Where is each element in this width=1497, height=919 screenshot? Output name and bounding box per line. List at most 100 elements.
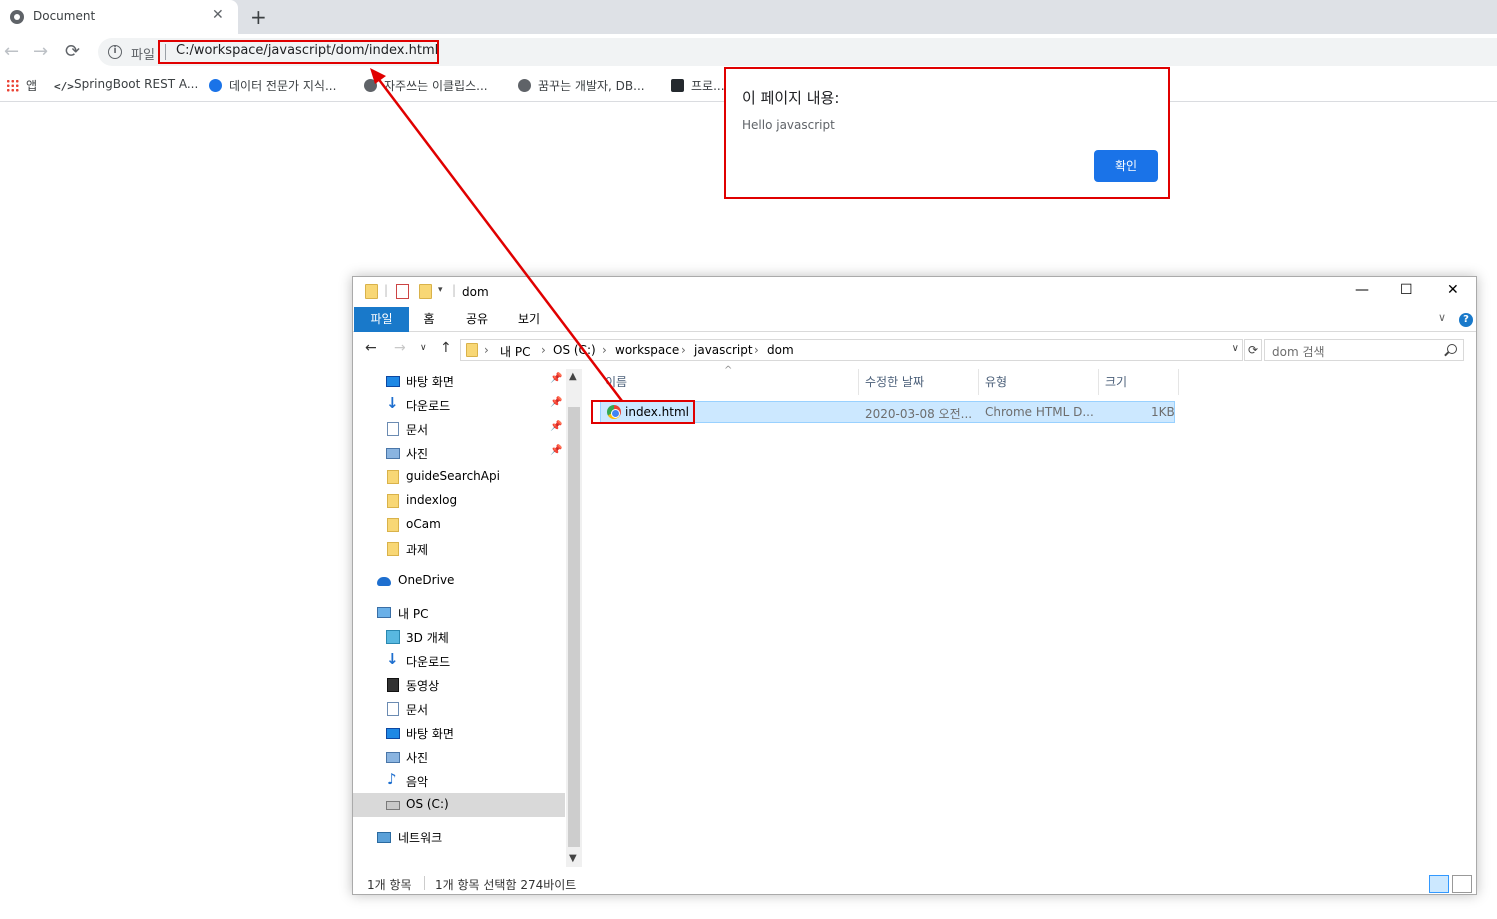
bookmark-apps[interactable]: 앱 <box>6 77 37 94</box>
breadcrumb-os-c[interactable]: OS (C:) <box>553 343 596 357</box>
nav-label: 문서 <box>406 423 429 437</box>
forward-arrow-icon[interactable]: → <box>394 340 406 356</box>
nav-item-videos[interactable]: 동영상 <box>353 673 565 697</box>
info-icon[interactable]: i <box>108 45 122 59</box>
column-size[interactable]: 크기 <box>1105 373 1127 390</box>
column-type[interactable]: 유형 <box>985 373 1007 390</box>
bookmark-label: SpringBoot REST A... <box>74 77 199 91</box>
new-folder-icon[interactable] <box>419 284 432 299</box>
nav-item-os-c[interactable]: OS (C:) <box>353 793 565 817</box>
nav-item-pictures[interactable]: 사진 <box>353 745 565 769</box>
back-arrow-icon[interactable]: ← <box>365 340 377 356</box>
divider: | <box>384 283 389 297</box>
bookmark-label: 데이터 전문가 지식... <box>229 79 337 93</box>
new-tab-button[interactable]: + <box>250 5 267 29</box>
file-type: Chrome HTML D... <box>985 405 1094 419</box>
scroll-down-icon[interactable]: ▼ <box>569 853 577 864</box>
crumb-separator: › <box>602 343 607 357</box>
pin-icon: 📌 <box>550 421 563 432</box>
browser-tab[interactable]: Document ✕ <box>0 0 238 34</box>
bookmark-springboot[interactable]: </>SpringBoot REST A... <box>54 77 198 93</box>
nav-item-ocam[interactable]: oCam <box>353 513 565 537</box>
column-divider[interactable] <box>1098 369 1099 395</box>
column-divider[interactable] <box>858 369 859 395</box>
bookmark-dreaming-dev[interactable]: 꿈꾸는 개발자, DB... <box>518 77 645 94</box>
status-selection: 1개 항목 선택함 274바이트 <box>435 878 577 892</box>
close-button[interactable]: ✕ <box>1447 282 1459 298</box>
breadcrumb-dom[interactable]: dom <box>767 343 794 357</box>
alert-dialog: 이 페이지 내용: Hello javascript 확인 <box>724 67 1170 199</box>
tab-close-icon[interactable]: ✕ <box>212 7 224 23</box>
scroll-up-icon[interactable]: ▲ <box>569 371 577 382</box>
search-icon[interactable] <box>1447 344 1457 354</box>
search-placeholder: dom 검색 <box>1272 345 1325 359</box>
nav-item-music[interactable]: ♪ 음악 <box>353 769 565 793</box>
sort-indicator-icon: ^ <box>724 365 733 376</box>
nav-item-downloads-quick[interactable]: ↓ 다운로드 📌 <box>353 393 565 417</box>
nav-item-onedrive[interactable]: OneDrive <box>353 569 565 593</box>
file-list: ^ 이름 수정한 날짜 유형 크기 index.html 2020-03-08 … <box>595 365 1465 867</box>
maximize-button[interactable]: ☐ <box>1400 282 1413 298</box>
folder-icon <box>387 470 399 484</box>
minimize-button[interactable]: — <box>1355 282 1369 298</box>
column-divider[interactable] <box>1178 369 1179 395</box>
details-view-icon[interactable] <box>1429 875 1449 893</box>
nav-item-desktop[interactable]: 바탕 화면 <box>353 721 565 745</box>
pin-icon: 📌 <box>550 397 563 408</box>
bookmark-project[interactable]: 프로... <box>671 77 725 94</box>
ribbon-tabs: 파일 홈 공유 보기 ∨ ? <box>353 307 1476 332</box>
breadcrumb-javascript[interactable]: javascript <box>694 343 753 357</box>
globe-icon <box>518 79 531 92</box>
url-annotation-box <box>158 40 439 64</box>
large-icons-view-icon[interactable] <box>1452 875 1472 893</box>
nav-scrollbar[interactable]: ▲ ▼ <box>566 369 582 867</box>
nav-item-assignment[interactable]: 과제 <box>353 537 565 561</box>
nav-label: 음악 <box>406 775 429 789</box>
nav-label: 바탕 화면 <box>406 727 454 741</box>
breadcrumb-my-pc[interactable]: 내 PC <box>500 343 530 360</box>
nav-item-3d-objects[interactable]: 3D 개체 <box>353 625 565 649</box>
bookmark-eclipse[interactable]: 자주쓰는 이클립스... <box>364 77 488 94</box>
refresh-icon[interactable]: ⟳ <box>1244 339 1262 361</box>
address-dropdown-icon[interactable]: ∨ <box>1232 343 1239 354</box>
breadcrumb-workspace[interactable]: workspace <box>615 343 679 357</box>
back-arrow-icon[interactable]: ← <box>4 41 19 62</box>
explorer-address-bar[interactable]: › 내 PC › OS (C:) › workspace › javascrip… <box>460 339 1243 361</box>
nav-item-my-pc[interactable]: 내 PC <box>353 601 565 625</box>
crumb-separator: › <box>484 343 489 357</box>
expand-ribbon-icon[interactable]: ∨ <box>1438 311 1446 324</box>
column-modified[interactable]: 수정한 날짜 <box>865 373 924 390</box>
up-arrow-icon[interactable]: ↑ <box>440 340 452 356</box>
reload-icon[interactable]: ⟳ <box>65 41 80 62</box>
nav-item-pictures-quick[interactable]: 사진 📌 <box>353 441 565 465</box>
search-input[interactable]: dom 검색 <box>1264 339 1464 361</box>
nav-item-guidesearchapi[interactable]: guideSearchApi <box>353 465 565 489</box>
column-name[interactable]: 이름 <box>605 373 627 390</box>
tab-share[interactable]: 공유 <box>457 307 497 332</box>
pictures-icon <box>386 448 400 459</box>
onedrive-icon <box>377 577 391 586</box>
ok-button[interactable]: 확인 <box>1094 150 1158 182</box>
nav-item-documents-quick[interactable]: 문서 📌 <box>353 417 565 441</box>
status-bar: 1개 항목 1개 항목 선택함 274바이트 <box>353 873 1476 895</box>
forward-arrow-icon[interactable]: → <box>33 41 48 62</box>
tab-file[interactable]: 파일 <box>354 307 409 332</box>
nav-item-downloads[interactable]: ↓ 다운로드 <box>353 649 565 673</box>
tab-home[interactable]: 홈 <box>413 307 445 332</box>
help-icon[interactable]: ? <box>1459 313 1473 327</box>
properties-icon[interactable] <box>396 284 409 299</box>
nav-item-documents[interactable]: 문서 <box>353 697 565 721</box>
column-divider[interactable] <box>978 369 979 395</box>
customize-qa-chevron-icon[interactable]: ▾ <box>438 285 443 295</box>
nav-item-desktop-quick[interactable]: 바탕 화면 📌 <box>353 369 565 393</box>
nav-item-network[interactable]: 네트워크 <box>353 825 565 849</box>
bookmark-data-expert[interactable]: 데이터 전문가 지식... <box>209 77 336 94</box>
recent-locations-icon[interactable]: ∨ <box>420 343 427 353</box>
nav-label: indexlog <box>406 493 458 507</box>
document-icon <box>387 422 399 436</box>
scroll-thumb[interactable] <box>568 407 580 847</box>
nav-item-indexlog[interactable]: indexlog <box>353 489 565 513</box>
music-icon: ♪ <box>387 770 397 788</box>
tab-view[interactable]: 보기 <box>509 307 549 332</box>
nav-label: guideSearchApi <box>406 469 500 483</box>
